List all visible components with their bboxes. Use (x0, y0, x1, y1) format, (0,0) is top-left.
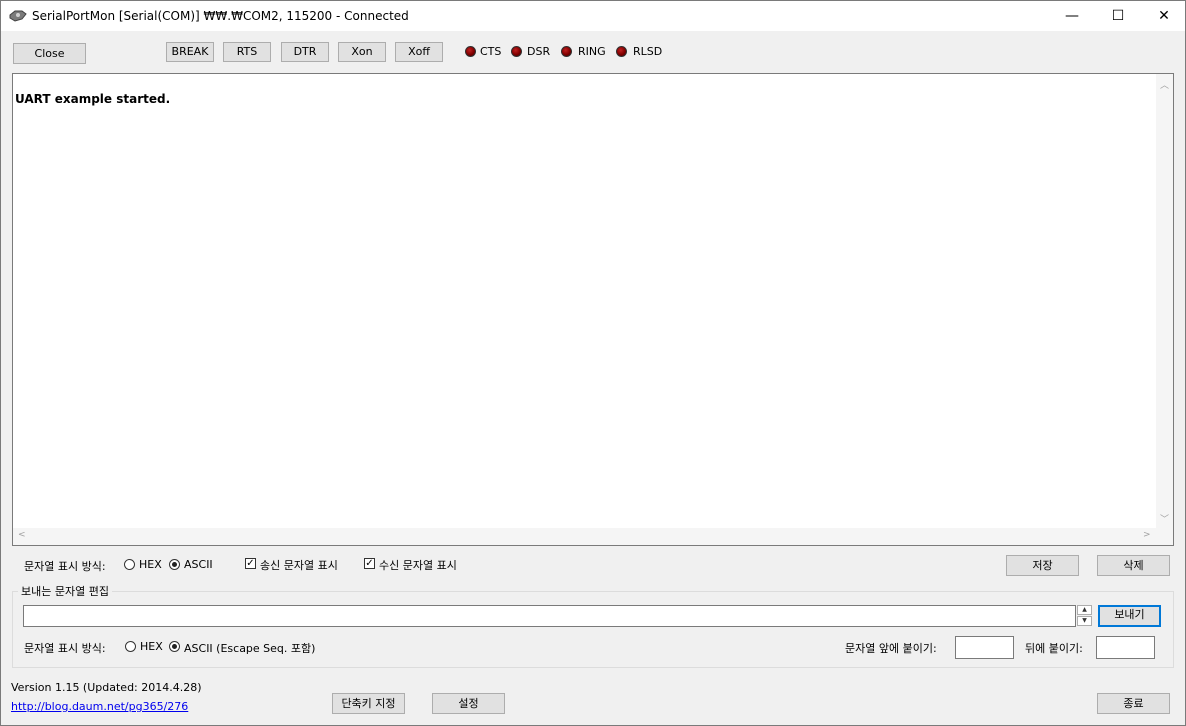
break-button[interactable]: BREAK (166, 42, 214, 62)
display-mode-label: 문자열 표시 방식: (24, 560, 106, 573)
close-port-button[interactable]: Close (13, 43, 86, 64)
vertical-scrollbar[interactable]: ︿ ﹀ (1156, 74, 1173, 529)
dsr-label: DSR (527, 45, 551, 58)
send-input[interactable] (23, 605, 1076, 627)
version-text: Version 1.15 (Updated: 2014.4.28) (11, 681, 202, 694)
suffix-label: 뒤에 붙이기: (1025, 642, 1083, 655)
dsr-led-icon (511, 46, 522, 57)
close-window-button[interactable]: ✕ (1141, 2, 1186, 31)
send-mode-label: 문자열 표시 방식: (24, 642, 106, 655)
save-button[interactable]: 저장 (1006, 555, 1079, 576)
send-button[interactable]: 보내기 (1098, 605, 1161, 627)
show-recv-checkbox[interactable]: ✓ (364, 558, 375, 569)
output-text: UART example started. (15, 92, 171, 106)
scroll-down-icon[interactable]: ﹀ (1160, 512, 1169, 525)
send-hex-radio[interactable] (125, 641, 136, 652)
rts-button[interactable]: RTS (223, 42, 271, 62)
xon-button[interactable]: Xon (338, 42, 386, 62)
cts-label: CTS (480, 45, 502, 58)
blog-link[interactable]: http://blog.daum.net/pg365/276 (11, 700, 188, 713)
scroll-left-icon[interactable]: < (18, 530, 26, 540)
rlsd-label: RLSD (633, 45, 663, 58)
prefix-input[interactable] (955, 636, 1014, 659)
send-group-title: 보내는 문자열 편집 (18, 583, 112, 599)
maximize-button[interactable]: ☐ (1095, 2, 1141, 31)
suffix-input[interactable] (1096, 636, 1155, 659)
ring-label: RING (578, 45, 606, 58)
scroll-up-icon[interactable]: ︿ (1160, 78, 1169, 91)
scroll-right-icon[interactable]: > (1143, 530, 1151, 540)
send-ascii-label: ASCII (Escape Seq. 포함) (184, 642, 316, 655)
rlsd-led-icon (616, 46, 627, 57)
cts-led-icon (465, 46, 476, 57)
spin-up-icon[interactable]: ▲ (1077, 605, 1092, 615)
app-icon (9, 10, 27, 22)
prefix-label: 문자열 앞에 붙이기: (845, 642, 937, 655)
ring-led-icon (561, 46, 572, 57)
shortcut-button[interactable]: 단축키 지정 (332, 693, 405, 714)
minimize-button[interactable]: — (1049, 2, 1095, 31)
send-hex-label: HEX (140, 640, 163, 653)
dtr-button[interactable]: DTR (281, 42, 329, 62)
spin-down-icon[interactable]: ▼ (1077, 616, 1092, 626)
display-ascii-radio[interactable] (169, 559, 180, 570)
delete-button[interactable]: 삭제 (1097, 555, 1170, 576)
output-textarea[interactable]: UART example started. ︿ ﹀ < > (12, 73, 1174, 546)
show-sent-label: 송신 문자열 표시 (260, 559, 338, 572)
horizontal-scrollbar[interactable]: < > (13, 528, 1173, 545)
title-bar: SerialPortMon [Serial(COM)] ₩₩.₩COM2, 11… (1, 1, 1185, 31)
show-recv-label: 수신 문자열 표시 (379, 559, 457, 572)
send-ascii-radio[interactable] (169, 641, 180, 652)
display-hex-radio[interactable] (124, 559, 135, 570)
display-hex-label: HEX (139, 558, 162, 571)
display-ascii-label: ASCII (184, 558, 213, 571)
window-title: SerialPortMon [Serial(COM)] ₩₩.₩COM2, 11… (32, 9, 409, 23)
settings-button[interactable]: 설정 (432, 693, 505, 714)
show-sent-checkbox[interactable]: ✓ (245, 558, 256, 569)
exit-button[interactable]: 종료 (1097, 693, 1170, 714)
xoff-button[interactable]: Xoff (395, 42, 443, 62)
